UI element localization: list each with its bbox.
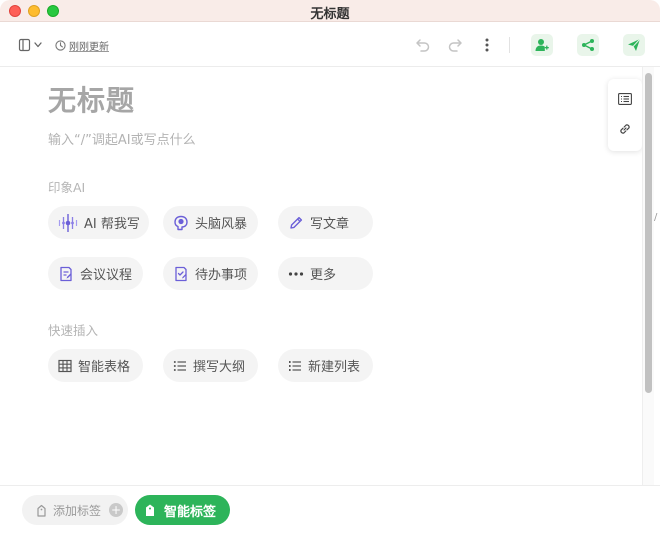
outline-icon (618, 93, 632, 105)
share-icon (582, 39, 594, 51)
more-chip[interactable]: 更多 (278, 257, 373, 290)
meeting-agenda-chip[interactable]: 会议议程 (48, 257, 143, 290)
app-window: 无标题 刚刚更新 无标题 输入“/”调起AI或写点什么 印象AI AI 帮我写 … (0, 0, 660, 533)
add-tag-label: 添加标签 (53, 503, 102, 518)
smart-table-chip[interactable]: 智能表格 (48, 349, 143, 382)
toolbar-divider (509, 37, 510, 53)
smart-tag-label: 智能标签 (164, 504, 217, 520)
plus-icon: + (109, 503, 124, 517)
chip-label: 写文章 (310, 217, 350, 232)
redo-icon (448, 39, 462, 52)
bullet-list-icon (173, 360, 186, 371)
todo-chip[interactable]: 待办事项 (163, 257, 258, 290)
publish-button[interactable] (623, 34, 645, 56)
agenda-icon (60, 266, 72, 281)
outline-button[interactable] (617, 91, 633, 107)
write-article-chip[interactable]: 写文章 (278, 206, 373, 239)
last-updated-label: 刚刚更新 (69, 41, 109, 53)
tag-bar: 添加标签 + 智能标签 (0, 485, 660, 533)
editor-toolbar: 刚刚更新 (0, 23, 660, 67)
brain-icon (174, 215, 188, 230)
smart-tag-button[interactable]: 智能标签 (135, 495, 230, 525)
write-outline-chip[interactable]: 撰写大纲 (163, 349, 258, 382)
link-icon (620, 124, 630, 134)
chip-label: 智能表格 (78, 360, 131, 375)
chip-label: 会议议程 (80, 268, 133, 283)
add-collaborator-button[interactable] (531, 34, 553, 56)
new-list-chip[interactable]: 新建列表 (278, 349, 373, 382)
chip-label: 待办事项 (195, 268, 248, 283)
numbered-list-icon (289, 360, 301, 371)
add-tag-button[interactable]: 添加标签 + (22, 495, 128, 525)
sidebar-toggle-button[interactable] (18, 37, 46, 53)
redo-button[interactable] (445, 35, 465, 55)
smart-tag-icon (146, 504, 154, 516)
send-icon (628, 38, 641, 51)
more-horizontal-icon (288, 271, 304, 276)
add-person-icon (535, 39, 549, 51)
side-tools-panel (608, 79, 642, 151)
pencil-icon (290, 216, 303, 229)
chip-label: 头脑风暴 (195, 217, 248, 232)
ai-section-label: 印象AI (48, 180, 86, 195)
todo-icon (175, 266, 187, 281)
tag-icon (37, 504, 46, 517)
brainstorm-chip[interactable]: 头脑风暴 (163, 206, 258, 239)
ai-write-chip[interactable]: AI 帮我写 (48, 206, 149, 239)
quick-insert-section-label: 快速插入 (48, 323, 99, 338)
chip-label: 新建列表 (308, 360, 361, 375)
link-button[interactable] (617, 121, 633, 137)
chip-label: AI 帮我写 (84, 217, 140, 232)
share-button[interactable] (577, 34, 599, 56)
document-title[interactable]: 无标题 (48, 79, 135, 119)
more-options-button[interactable] (478, 35, 496, 55)
sidebar-icon (18, 38, 42, 52)
chip-label: 撰写大纲 (193, 360, 246, 375)
undo-button[interactable] (413, 35, 433, 55)
more-vertical-icon (485, 38, 489, 52)
sparkle-icon (58, 213, 78, 232)
clipped-edge-glyph: / (654, 212, 658, 223)
editor-placeholder[interactable]: 输入“/”调起AI或写点什么 (48, 129, 196, 148)
scrollbar-thumb[interactable] (645, 73, 652, 393)
editor-content[interactable]: 无标题 输入“/”调起AI或写点什么 印象AI AI 帮我写 头脑风暴 写文章 … (0, 67, 642, 485)
undo-icon (416, 39, 430, 52)
title-bar: 无标题 (0, 0, 660, 22)
table-icon (58, 359, 72, 372)
chip-label: 更多 (310, 268, 337, 283)
last-updated-status[interactable]: 刚刚更新 (55, 36, 109, 54)
window-title: 无标题 (310, 7, 350, 22)
clock-icon (55, 39, 66, 51)
